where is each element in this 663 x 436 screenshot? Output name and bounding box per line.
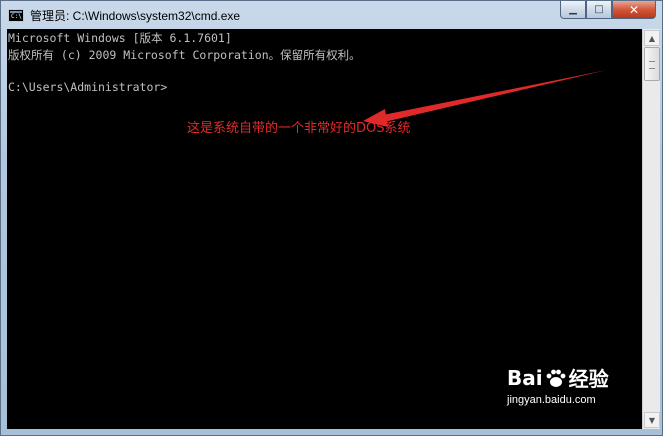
- window-controls: ▁ □ ✕: [560, 1, 656, 19]
- baidu-watermark: Bai 经验 jingyan.baidu.com: [507, 363, 609, 407]
- vertical-scrollbar[interactable]: ▲ ▼: [642, 29, 660, 429]
- paw-icon: [545, 367, 567, 389]
- close-button[interactable]: ✕: [612, 1, 656, 19]
- baidu-url: jingyan.baidu.com: [507, 394, 596, 406]
- cmd-icon-text: C:\: [11, 12, 22, 20]
- maximize-button[interactable]: □: [586, 1, 612, 19]
- cmd-app-icon[interactable]: C:\: [8, 8, 24, 22]
- baidu-logo: Bai 经验: [507, 363, 609, 392]
- title-bar[interactable]: C:\ 管理员: C:\Windows\system32\cmd.exe ▁ □…: [1, 1, 662, 29]
- baidu-logo-right: 经验: [568, 367, 609, 391]
- scroll-thumb[interactable]: [644, 47, 660, 81]
- window-title: 管理员: C:\Windows\system32\cmd.exe: [30, 8, 241, 23]
- scroll-up-arrow-icon[interactable]: ▲: [644, 30, 660, 46]
- scroll-down-arrow-icon[interactable]: ▼: [644, 412, 660, 428]
- baidu-logo-left: Bai: [507, 365, 543, 390]
- cmd-window: C:\ 管理员: C:\Windows\system32\cmd.exe ▁ □…: [0, 0, 663, 436]
- minimize-button[interactable]: ▁: [560, 1, 586, 19]
